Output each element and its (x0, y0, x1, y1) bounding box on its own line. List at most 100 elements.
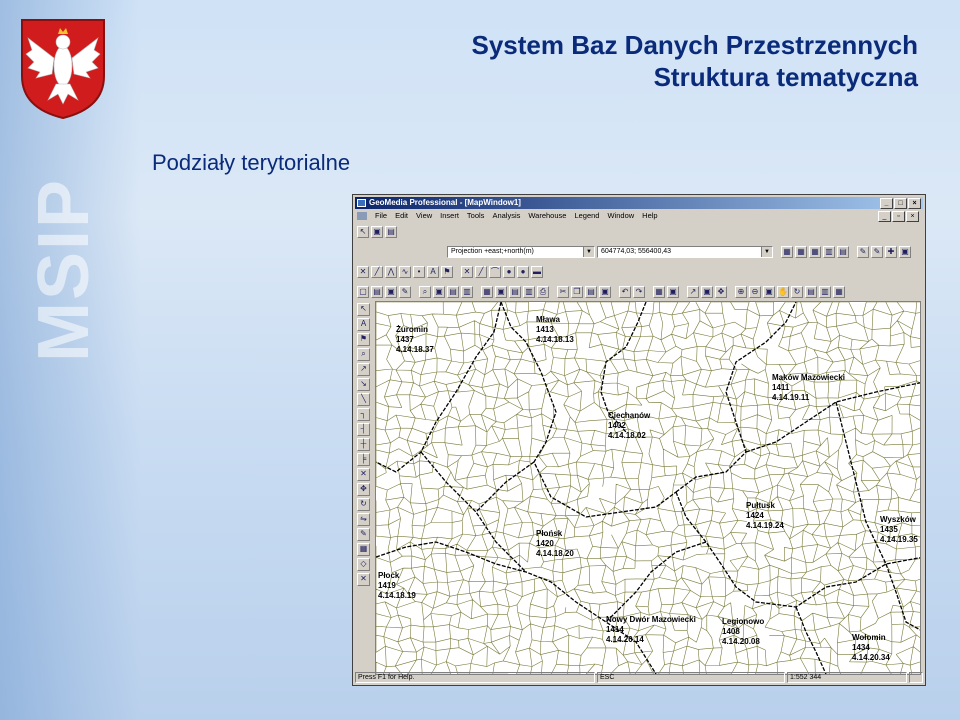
grid-icon[interactable]: ▦ (809, 246, 821, 258)
intersect-icon[interactable]: ┼ (357, 438, 370, 451)
print-icon[interactable]: ⎙ (537, 286, 549, 298)
redo-icon[interactable]: ↷ (633, 286, 645, 298)
close-button[interactable]: × (908, 198, 921, 209)
draw-line-icon[interactable]: ✕ (357, 266, 369, 278)
table-icon[interactable]: ▥ (823, 246, 835, 258)
resize-grip-icon[interactable] (909, 672, 923, 683)
fit-all-icon[interactable]: ▣ (763, 286, 775, 298)
menu-window[interactable]: Window (603, 210, 638, 222)
maximize-button[interactable]: □ (894, 198, 907, 209)
split-icon[interactable]: ✕ (461, 266, 473, 278)
camera-icon[interactable]: ▣ (599, 286, 611, 298)
menu-analysis[interactable]: Analysis (488, 210, 524, 222)
pan-hand-icon[interactable]: ✋ (777, 286, 789, 298)
mdi-window-icon[interactable] (357, 212, 367, 220)
analysis2-icon[interactable]: ▣ (667, 286, 679, 298)
select-arrow-icon[interactable]: ↖ (357, 226, 369, 238)
extend-icon[interactable]: ┐ (357, 408, 370, 421)
map-view[interactable]: Żuromin 1437 4.14.18.37 Mława 1413 4.14.18.13… (375, 301, 921, 675)
select-arrow-icon[interactable]: ↖ (357, 303, 370, 316)
fill-icon[interactable]: ▦ (357, 543, 370, 556)
offset-icon[interactable]: ╞ (357, 453, 370, 466)
select-props-icon[interactable]: ▤ (385, 226, 397, 238)
join-icon[interactable]: ▤ (447, 286, 459, 298)
undo-icon[interactable]: ↶ (619, 286, 631, 298)
zoom-out-icon[interactable]: ⊖ (749, 286, 761, 298)
mdi-close-button[interactable]: × (906, 211, 919, 222)
layout-icon[interactable]: ▥ (523, 286, 535, 298)
mirror-icon[interactable]: ⇋ (357, 513, 370, 526)
legend-icon[interactable]: ▦ (481, 286, 493, 298)
dot-icon[interactable]: ● (503, 266, 515, 278)
overview-icon[interactable]: ▦ (833, 286, 845, 298)
chevron-down-icon[interactable]: ▼ (761, 247, 772, 257)
data-window-icon[interactable]: ▤ (509, 286, 521, 298)
query-icon[interactable]: ⌕ (357, 348, 370, 361)
map-canvas[interactable]: Żuromin 1437 4.14.18.37 Mława 1413 4.14.18.13… (376, 302, 921, 674)
new-icon[interactable]: ▢ (357, 286, 369, 298)
menu-file[interactable]: File (371, 210, 391, 222)
vertex-icon[interactable]: ↗ (357, 363, 370, 376)
analysis-icon[interactable]: ▦ (653, 286, 665, 298)
select-set-icon[interactable]: ▣ (371, 226, 383, 238)
rotate-icon[interactable]: ↻ (357, 498, 370, 511)
chevron-down-icon[interactable]: ▼ (583, 247, 594, 257)
circle-icon[interactable]: ● (517, 266, 529, 278)
grid-icon[interactable]: ▦ (781, 246, 793, 258)
line-icon[interactable]: ╱ (475, 266, 487, 278)
pen-icon[interactable]: ✎ (399, 286, 411, 298)
menu-legend[interactable]: Legend (570, 210, 603, 222)
pen-icon[interactable]: ✎ (357, 528, 370, 541)
next-view-icon[interactable]: ▥ (819, 286, 831, 298)
mdi-minimize-button[interactable]: _ (878, 211, 891, 222)
mdi-restore-button[interactable]: ▫ (892, 211, 905, 222)
draw-line-icon[interactable]: ╲ (357, 393, 370, 406)
menu-warehouse[interactable]: Warehouse (524, 210, 570, 222)
query-icon[interactable]: ⌕ (419, 286, 431, 298)
previous-view-icon[interactable]: ▤ (805, 286, 817, 298)
arc-icon[interactable]: ⌒ (489, 266, 501, 278)
menu-help[interactable]: Help (638, 210, 661, 222)
draw-arc-icon[interactable]: ⋀ (385, 266, 397, 278)
menu-view[interactable]: View (412, 210, 436, 222)
save-icon[interactable]: ▣ (385, 286, 397, 298)
menu-edit[interactable]: Edit (391, 210, 412, 222)
cut-icon[interactable]: ✂ (557, 286, 569, 298)
trim-icon[interactable]: ┤ (357, 423, 370, 436)
layer-icon[interactable]: ▤ (837, 246, 849, 258)
map-window-icon[interactable]: ▣ (495, 286, 507, 298)
edit-point-icon[interactable]: ✎ (871, 246, 883, 258)
edit-vertex-icon[interactable]: ↘ (357, 378, 370, 391)
pan-icon[interactable]: ✥ (715, 286, 727, 298)
draw-polyline-icon[interactable]: ╱ (371, 266, 383, 278)
text-icon[interactable]: A (357, 318, 370, 331)
buffer-icon[interactable]: ▣ (433, 286, 445, 298)
label-icon[interactable]: ⚑ (357, 333, 370, 346)
window-titlebar[interactable]: GeoMedia Professional - [MapWindow1] _ □… (355, 197, 923, 209)
delete-icon[interactable]: ✕ (357, 468, 370, 481)
menu-tools[interactable]: Tools (463, 210, 489, 222)
paste-icon[interactable]: ▤ (585, 286, 597, 298)
refresh-icon[interactable]: ↻ (791, 286, 803, 298)
copy-icon[interactable]: ❐ (571, 286, 583, 298)
select-region-icon[interactable]: ▣ (701, 286, 713, 298)
snap-icon[interactable]: ✚ (885, 246, 897, 258)
move-icon[interactable]: ✥ (357, 483, 370, 496)
draw-curve-icon[interactable]: ∿ (399, 266, 411, 278)
polygon-icon[interactable]: ◇ (357, 558, 370, 571)
attribute-icon[interactable]: ▥ (461, 286, 473, 298)
close-icon[interactable]: ✕ (357, 573, 370, 586)
zoom-in-icon[interactable]: ⊕ (735, 286, 747, 298)
minimize-button[interactable]: _ (880, 198, 893, 209)
draw-point-icon[interactable]: • (413, 266, 425, 278)
bar-icon[interactable]: ▬ (531, 266, 543, 278)
edit-point-icon[interactable]: ✎ (857, 246, 869, 258)
projection-select[interactable]: Projection +east;+north(m) ▼ (447, 246, 595, 258)
menu-insert[interactable]: Insert (436, 210, 463, 222)
tool-icon[interactable]: ▣ (899, 246, 911, 258)
open-icon[interactable]: ▤ (371, 286, 383, 298)
label-icon[interactable]: ⚑ (441, 266, 453, 278)
coordinate-readout[interactable]: 604774,03; 556400,43 ▼ (597, 246, 773, 258)
grid-icon[interactable]: ▦ (795, 246, 807, 258)
info-icon[interactable]: ↗ (687, 286, 699, 298)
